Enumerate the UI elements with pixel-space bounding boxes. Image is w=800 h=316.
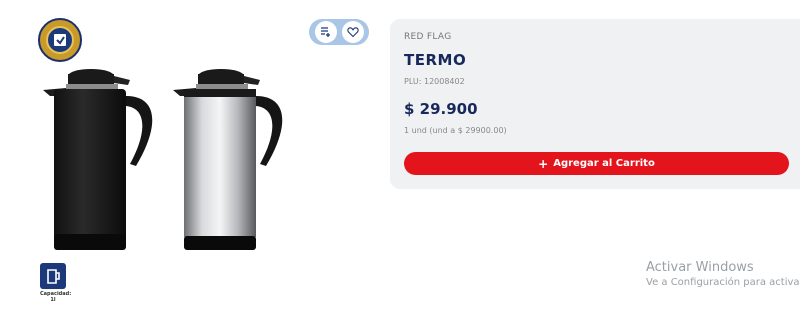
add-to-cart-button[interactable]: + Agregar al Carrito (404, 152, 789, 175)
heart-icon (346, 27, 359, 38)
add-to-list-icon (320, 27, 330, 37)
product-title: TERMO (404, 51, 467, 69)
watermark-subtitle: Ve a Configuración para activar (646, 277, 800, 288)
capacity-badge: Capacidad: 1l (40, 263, 72, 303)
product-info-card: RED FLAG TERMO PLU: 12008402 $ 29.900 1 … (390, 19, 800, 189)
capacity-icon (40, 263, 66, 289)
capacity-label: Capacidad: 1l (40, 291, 72, 303)
product-plu: PLU: 12008402 (404, 77, 465, 86)
add-to-cart-label: Agregar al Carrito (553, 158, 655, 169)
favorite-button[interactable] (341, 21, 364, 43)
product-actions (309, 19, 369, 45)
product-price: $ 29.900 (404, 100, 478, 118)
watermark-title: Activar Windows (646, 260, 754, 275)
product-image (43, 69, 283, 250)
add-to-list-button[interactable] (314, 21, 337, 43)
steel-thermos (173, 69, 283, 250)
seal-icon (54, 34, 66, 46)
quality-seal-badge (38, 18, 82, 62)
windows-activation-watermark: Activar Windows Ve a Configuración para … (646, 260, 800, 288)
black-thermos (43, 69, 153, 250)
unit-price: 1 und (und a $ 29900.00) (404, 126, 507, 135)
plus-icon: + (538, 156, 549, 171)
product-brand: RED FLAG (404, 32, 452, 42)
